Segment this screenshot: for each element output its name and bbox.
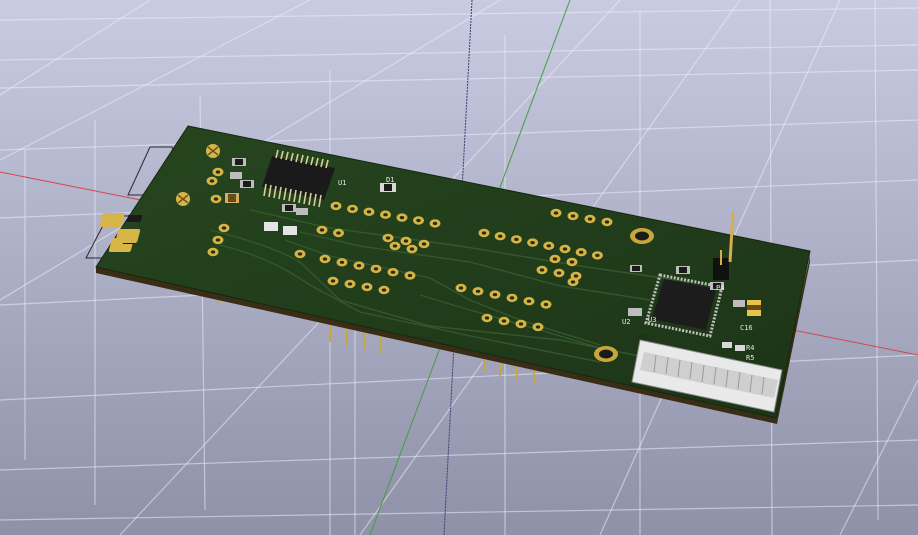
pad-hole bbox=[492, 293, 498, 297]
pad-hole bbox=[526, 299, 532, 303]
pad-hole bbox=[336, 231, 341, 235]
pad-hole bbox=[366, 210, 372, 214]
u2-label: U2 bbox=[622, 318, 630, 326]
pad-hole bbox=[381, 288, 387, 292]
pad-hole bbox=[339, 260, 345, 264]
pad-hole bbox=[221, 226, 227, 230]
pad-hole bbox=[319, 228, 325, 232]
pad-hole bbox=[215, 238, 221, 242]
pad-hole bbox=[539, 268, 545, 272]
pad-hole bbox=[403, 239, 409, 243]
pad-hole bbox=[498, 234, 503, 238]
pad-hole bbox=[322, 257, 328, 261]
pad-hole bbox=[421, 242, 427, 246]
3d-viewer-viewport[interactable]: U1 U2 P4 P3 C16 R4 R5 D1 U3 bbox=[0, 0, 918, 535]
pad-hole bbox=[210, 250, 216, 254]
pad-hole bbox=[392, 244, 398, 248]
pad-hole bbox=[570, 214, 576, 218]
pad-hole bbox=[350, 207, 355, 211]
pad-hole bbox=[347, 282, 353, 286]
pad-hole bbox=[535, 325, 541, 329]
pad-hole bbox=[356, 264, 362, 268]
pad-hole bbox=[514, 237, 519, 241]
pad-hole bbox=[432, 221, 438, 225]
u3-label: U3 bbox=[648, 316, 656, 324]
pad-hole bbox=[484, 316, 490, 320]
pad-hole bbox=[501, 319, 507, 323]
r4-label: R4 bbox=[746, 344, 754, 352]
pad-hole bbox=[553, 211, 559, 215]
pad-hole bbox=[385, 236, 391, 240]
pad-hole bbox=[604, 220, 610, 224]
u1-label: U1 bbox=[338, 179, 346, 187]
pad-hole bbox=[509, 296, 515, 300]
pad-hole bbox=[409, 247, 415, 251]
3d-scene[interactable]: U1 U2 P4 P3 C16 R4 R5 D1 U3 bbox=[0, 0, 918, 535]
pad-hole bbox=[215, 170, 221, 174]
pad-hole bbox=[579, 250, 584, 254]
pad-hole bbox=[213, 197, 219, 201]
r5-label: R5 bbox=[746, 354, 754, 362]
pad-hole bbox=[552, 257, 558, 261]
d1-label: D1 bbox=[386, 176, 394, 184]
pad-hole bbox=[458, 286, 464, 290]
pad-hole bbox=[333, 204, 339, 208]
pad-hole bbox=[556, 271, 562, 275]
pad-hole bbox=[297, 252, 303, 256]
pad-hole bbox=[209, 179, 215, 183]
pad-hole bbox=[518, 322, 524, 326]
pad-hole bbox=[475, 289, 481, 293]
pad-hole bbox=[587, 217, 593, 221]
pad-hole bbox=[573, 274, 579, 278]
pad-hole bbox=[546, 244, 551, 248]
pad-hole bbox=[407, 273, 413, 278]
pad-hole bbox=[562, 247, 568, 251]
c16-label: C16 bbox=[740, 324, 753, 332]
pad-hole bbox=[399, 216, 405, 220]
pad-hole bbox=[595, 253, 600, 257]
pad-hole bbox=[364, 285, 370, 289]
p3-label: P3 bbox=[638, 334, 646, 342]
pad-hole bbox=[373, 267, 379, 271]
p4-label: P4 bbox=[716, 284, 724, 292]
pad-hole bbox=[481, 231, 487, 235]
pad-hole bbox=[530, 241, 535, 245]
pad-hole bbox=[570, 280, 576, 284]
pad-hole bbox=[390, 270, 396, 274]
pad-hole bbox=[569, 260, 575, 264]
pad-hole bbox=[330, 279, 336, 283]
pad-hole bbox=[383, 213, 388, 217]
pad-hole bbox=[543, 302, 549, 307]
pad-hole bbox=[416, 218, 421, 223]
